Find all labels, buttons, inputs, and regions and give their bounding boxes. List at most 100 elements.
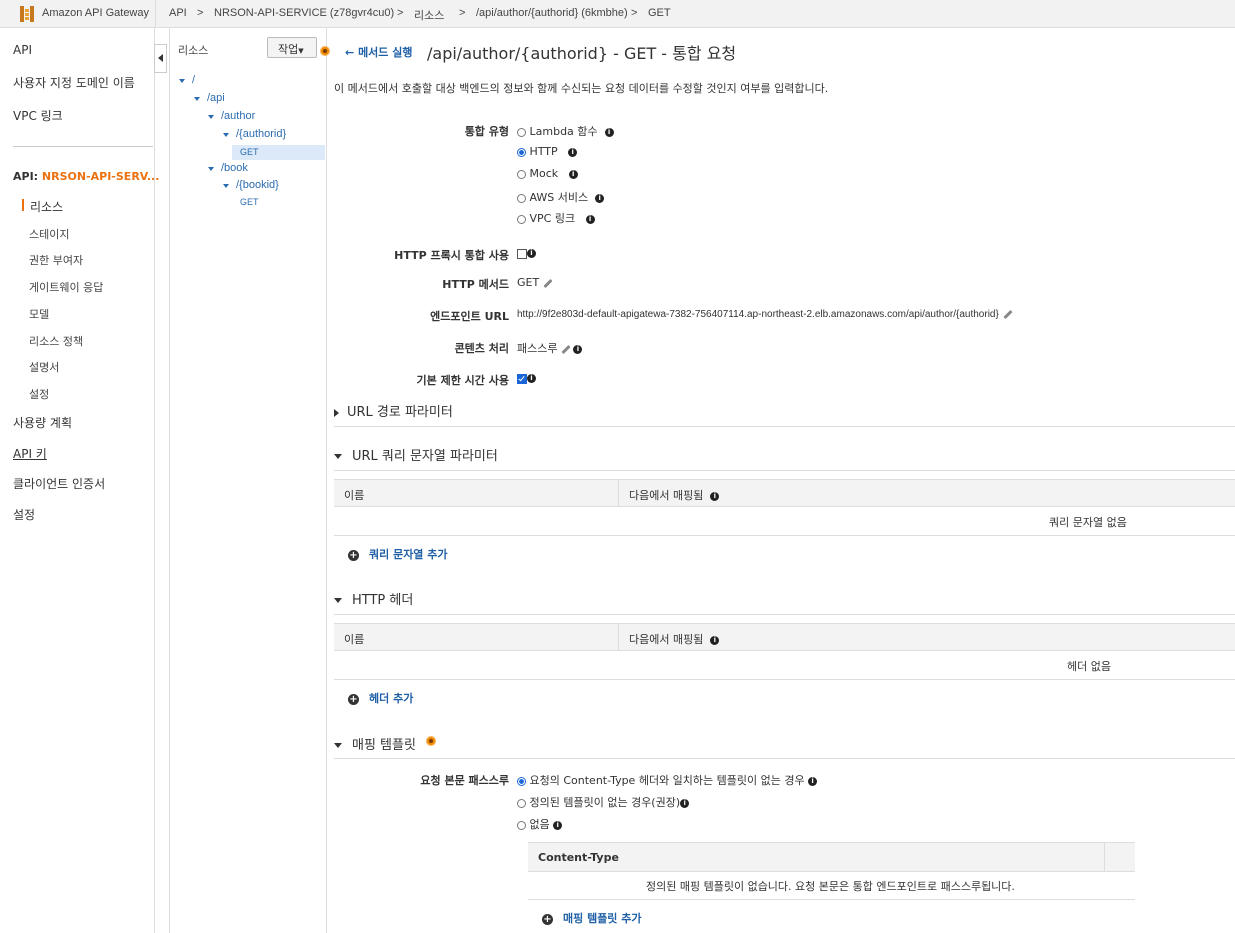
radio-label: AWS 서비스 [529,191,589,204]
timeout-checkbox-group: i [517,371,536,385]
breadcrumb-resource[interactable]: /api/author/{authorid} (6kmbhe) [476,7,628,19]
radio-label: 없음 [529,818,550,831]
collapse-nav-button[interactable] [154,44,167,73]
add-query-string-button[interactable]: + 쿼리 문자열 추가 [348,546,448,562]
radio-button[interactable] [517,127,526,137]
resource-tree-panel: 리소스 작업▼ / /api /author /{authorid} GET /… [169,28,327,933]
left-navigation: API 사용자 지정 도메인 이름 VPC 링크 API: NRSON-API-… [0,28,159,933]
nav-item-documentation[interactable]: 설명서 [29,359,59,375]
radio-button-selected[interactable] [517,776,526,786]
nav-item-api-keys[interactable]: API 키 [13,445,47,462]
proxy-checkbox[interactable] [517,248,527,259]
radio-http[interactable]: HTTP i [517,145,578,158]
column-label: 다음에서 매핑됨 [629,489,704,502]
add-header-button[interactable]: + 헤더 추가 [348,690,413,706]
radio-vpc-link[interactable]: VPC 링크 i [517,210,595,226]
info-icon[interactable]: i [710,635,720,645]
radio-aws-service[interactable]: AWS 서비스 i [517,189,605,205]
radio-mock[interactable]: Mock i [517,167,578,180]
expand-caret-icon[interactable] [194,97,200,101]
breadcrumb-api-name[interactable]: NRSON-API-SERVICE (z78gvr4cu0) [214,7,394,19]
proxy-checkbox-group: i [517,246,536,260]
nav-item-resource-policy[interactable]: 리소스 정책 [29,333,83,349]
tree-node-root[interactable]: / [192,74,195,86]
nav-item-usage-plans[interactable]: 사용량 계획 [13,414,72,431]
nav-item-settings-global[interactable]: 설정 [13,506,35,523]
tree-node-authorid[interactable]: /{authorid} [236,128,286,140]
breadcrumb-api[interactable]: API [169,7,187,19]
info-icon[interactable]: i [568,169,578,179]
radio-button[interactable] [517,214,526,224]
divider [334,758,1235,759]
nav-item-gateway-responses[interactable]: 게이트웨이 응답 [29,279,103,295]
tree-method-get-selected[interactable]: GET [240,147,259,157]
expand-caret-icon[interactable] [208,115,214,119]
info-icon[interactable]: i [573,344,583,354]
pencil-icon[interactable] [1003,309,1013,319]
info-icon[interactable]: i [568,147,578,157]
expand-caret-icon[interactable] [179,79,185,83]
info-icon[interactable]: i [604,127,614,137]
nav-item-resources[interactable]: 리소스 [30,198,63,215]
breadcrumb-separator: > [197,7,204,19]
header-table-header: 이름 다음에서 매핑됨 i [334,623,1235,651]
back-to-method-execution-link[interactable]: ← 메서드 실행 [345,44,413,60]
radio-lambda[interactable]: Lambda 함수 i [517,123,614,139]
api-name[interactable]: NRSON-API-SERV... [42,170,160,183]
section-title: 매핑 템플릿 [352,738,416,753]
passthrough-when-no-templates[interactable]: 정의된 템플릿이 없는 경우(권장) i [517,794,690,810]
radio-label: VPC 링크 [529,212,576,225]
info-icon[interactable]: i [527,374,536,383]
tree-node-author[interactable]: /author [221,110,255,122]
info-icon[interactable]: i [585,214,595,224]
passthrough-when-no-match[interactable]: 요청의 Content-Type 헤더와 일치하는 템플릿이 없는 경우 i [517,772,818,788]
radio-label: 정의된 템플릿이 없는 경우(권장) [529,796,681,809]
nav-item-vpc-links[interactable]: VPC 링크 [13,107,63,124]
endpoint-url-value: http://9f2e803d-default-apigatewa-7382-7… [517,309,1013,320]
radio-label: Mock [529,167,559,180]
expand-caret-icon[interactable] [223,133,229,137]
tree-node-api[interactable]: /api [207,92,225,104]
radio-button-selected[interactable] [517,147,526,157]
nav-item-apis[interactable]: API [13,43,32,57]
url-query-params-section[interactable]: URL 쿼리 문자열 파라미터 [334,445,498,464]
radio-button[interactable] [517,820,526,830]
expand-caret-icon[interactable] [208,167,214,171]
http-headers-section[interactable]: HTTP 헤더 [334,589,413,608]
help-hotspot-icon[interactable] [426,736,436,746]
nav-item-settings[interactable]: 설정 [29,386,49,402]
passthrough-never[interactable]: 없음 i [517,816,563,832]
info-icon[interactable]: i [527,249,536,258]
page-description: 이 메서드에서 호출할 대상 백엔드의 정보와 함께 수신되는 요청 데이터를 … [334,82,829,95]
info-icon[interactable]: i [710,491,720,501]
radio-button[interactable] [517,798,526,808]
mapping-templates-section[interactable]: 매핑 템플릿 [334,734,416,753]
url-path-params-section[interactable]: URL 경로 파라미터 [334,401,453,420]
radio-button[interactable] [517,169,526,179]
pencil-icon[interactable] [543,278,553,288]
nav-item-client-certificates[interactable]: 클라이언트 인증서 [13,475,105,492]
info-icon[interactable]: i [808,776,818,786]
nav-item-models[interactable]: 모델 [29,306,49,322]
nav-item-stages[interactable]: 스테이지 [29,226,69,242]
service-name[interactable]: Amazon API Gateway [42,7,149,19]
actions-dropdown-button[interactable]: 작업▼ [267,37,317,58]
breadcrumb-separator: > [459,7,466,19]
info-icon[interactable]: i [595,193,605,203]
default-timeout-label: 기본 제한 시간 사용 [416,374,509,387]
breadcrumb-resources[interactable]: 리소스 [414,7,444,23]
tree-node-bookid[interactable]: /{bookid} [236,179,279,191]
radio-button[interactable] [517,193,526,203]
breadcrumb-separator: > [397,7,404,19]
nav-item-custom-domains[interactable]: 사용자 지정 도메인 이름 [13,74,135,91]
nav-item-authorizers[interactable]: 권한 부여자 [29,252,83,268]
tree-node-book[interactable]: /book [221,162,248,174]
info-icon[interactable]: i [680,798,690,808]
add-mapping-template-button[interactable]: + 매핑 템플릿 추가 [542,910,642,926]
pencil-icon[interactable] [561,344,572,354]
info-icon[interactable]: i [553,820,563,830]
integration-type-label: 통합 유형 [464,125,509,138]
tree-method-get[interactable]: GET [240,197,259,207]
expand-caret-icon[interactable] [223,184,229,188]
default-timeout-checkbox[interactable] [517,373,527,384]
